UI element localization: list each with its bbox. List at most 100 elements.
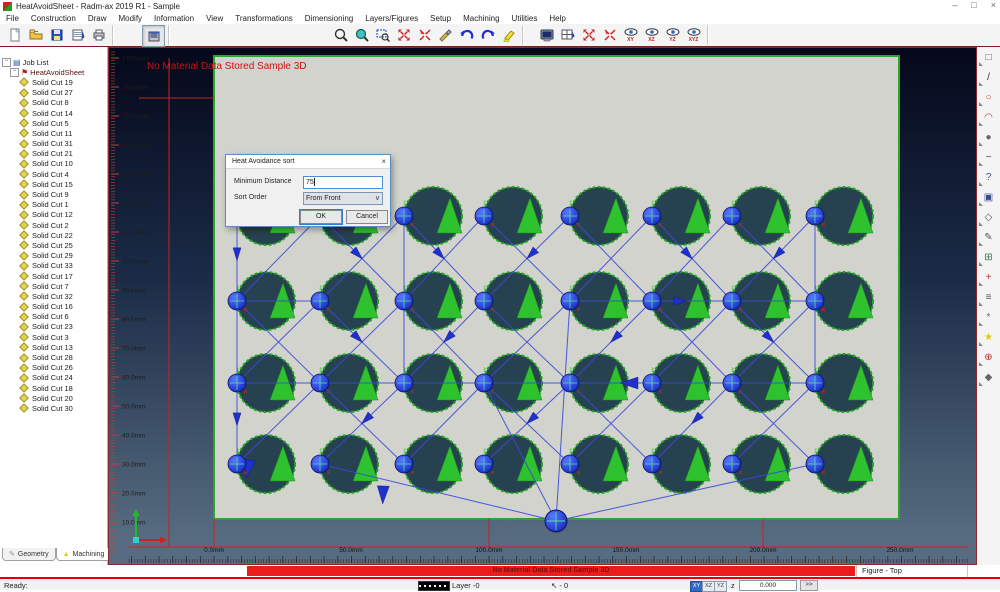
maximize-icon[interactable]: □ [971,0,976,10]
tree-item-solid-cut-5[interactable]: Solid Cut 5 [0,118,107,128]
shrink-view-icon[interactable] [599,25,620,45]
draw-spline-icon[interactable]: ~ [979,147,999,167]
tree-item-solid-cut-27[interactable]: Solid Cut 27 [0,88,107,98]
machine-setup-icon[interactable]: ≡ [979,287,999,307]
view-cube-icon[interactable]: ◇ [979,207,999,227]
menu-machining[interactable]: Machining [457,14,505,23]
menu-setup[interactable]: Setup [424,14,457,23]
tree-item-solid-cut-28[interactable]: Solid Cut 28 [0,352,107,362]
eye-xy-icon[interactable]: XY [620,25,641,45]
menu-utilities[interactable]: Utilities [506,14,544,23]
tree-item-solid-cut-10[interactable]: Solid Cut 10 [0,159,107,169]
tree-item-solid-cut-24[interactable]: Solid Cut 24 [0,373,107,383]
expand-view-icon[interactable] [578,25,599,45]
highlighter-icon[interactable] [498,25,519,45]
view-3d-icon[interactable] [536,25,557,45]
collapse-icon[interactable]: − [2,58,11,67]
annotate-icon[interactable]: ✎ [979,227,999,247]
tree-item-solid-cut-7[interactable]: Solid Cut 7 [0,281,107,291]
dimension-icon[interactable]: ⊞ [979,247,999,267]
query-icon[interactable]: ? [979,167,999,187]
menu-layers-figures[interactable]: Layers/Figures [359,14,424,23]
job-sheet-icon[interactable] [67,25,88,45]
tab-machining[interactable]: ▲ Machining [56,548,112,561]
tree-item-solid-cut-22[interactable]: Solid Cut 22 [0,230,107,240]
zoom-previous-icon[interactable] [414,25,435,45]
tree-item-solid-cut-4[interactable]: Solid Cut 4 [0,169,107,179]
tree-item-solid-cut-12[interactable]: Solid Cut 12 [0,210,107,220]
capture-view-icon[interactable] [142,25,165,47]
view-layout-icon[interactable] [557,25,578,45]
origin-point-icon[interactable]: + [979,267,999,287]
redraw-brush-icon[interactable] [435,25,456,45]
render-3d-icon[interactable]: ▣ [979,187,999,207]
tree-item-solid-cut-2[interactable]: Solid Cut 2 [0,220,107,230]
menu-construction[interactable]: Construction [25,14,82,23]
tree-item-solid-cut-32[interactable]: Solid Cut 32 [0,291,107,301]
cancel-button[interactable]: Cancel [346,210,388,224]
menu-file[interactable]: File [0,14,25,23]
tree-item-solid-cut-26[interactable]: Solid Cut 26 [0,363,107,373]
start-node[interactable] [545,510,567,532]
zoom-extents-icon[interactable] [393,25,414,45]
plane-toggle-yz[interactable]: YZ [714,581,727,592]
tree-item-solid-cut-29[interactable]: Solid Cut 29 [0,251,107,261]
draw-circle-icon[interactable]: ○ [979,87,999,107]
menu-information[interactable]: Information [148,14,200,23]
tree-item-solid-cut-15[interactable]: Solid Cut 15 [0,179,107,189]
menu-view[interactable]: View [200,14,229,23]
draw-arc-icon[interactable]: ◠ [979,107,999,127]
menu-transformations[interactable]: Transformations [229,14,299,23]
draw-line-icon[interactable]: / [979,67,999,87]
menu-draw[interactable]: Draw [82,14,113,23]
undo-icon[interactable] [456,25,477,45]
zoom-globe-icon[interactable] [351,25,372,45]
select-rectangle-icon[interactable]: □ [979,47,999,67]
tree-item-heatavoidsheet[interactable]: −⚑HeatAvoidSheet [0,67,107,77]
tree-item-solid-cut-8[interactable]: Solid Cut 8 [0,98,107,108]
tree-item-solid-cut-18[interactable]: Solid Cut 18 [0,383,107,393]
close-icon[interactable]: × [991,0,996,10]
menu-modify[interactable]: Modify [112,14,148,23]
tree-item-solid-cut-6[interactable]: Solid Cut 6 [0,312,107,322]
tree-root-job-list[interactable]: −▤Job List [0,57,107,67]
eye-yz-icon[interactable]: YZ [662,25,683,45]
zoom-window-icon[interactable] [372,25,393,45]
dialog-title-bar[interactable]: Heat Avoidance sort × [226,155,390,169]
zoom-icon[interactable] [330,25,351,45]
tree-item-solid-cut-33[interactable]: Solid Cut 33 [0,261,107,271]
minimize-icon[interactable]: – [952,0,957,10]
print-icon[interactable] [88,25,109,45]
redo-icon[interactable] [477,25,498,45]
pick-tool-icon[interactable]: ◆ [979,367,999,387]
tree-item-solid-cut-19[interactable]: Solid Cut 19 [0,77,107,87]
tree-item-solid-cut-20[interactable]: Solid Cut 20 [0,393,107,403]
menu-dimensioning[interactable]: Dimensioning [299,14,359,23]
tree-item-solid-cut-13[interactable]: Solid Cut 13 [0,342,107,352]
tab-geometry[interactable]: ✎ Geometry [2,548,56,561]
save-icon[interactable] [46,25,67,45]
z-value-input[interactable]: 0.000 [739,580,797,591]
tree-item-solid-cut-3[interactable]: Solid Cut 3 [0,332,107,342]
tree-item-solid-cut-16[interactable]: Solid Cut 16 [0,302,107,312]
sort-order-select[interactable]: From Front∨ [303,192,383,205]
eye-xz-icon[interactable]: XZ [641,25,662,45]
tree-item-solid-cut-23[interactable]: Solid Cut 23 [0,322,107,332]
tree-item-solid-cut-11[interactable]: Solid Cut 11 [0,128,107,138]
open-file-icon[interactable] [25,25,46,45]
viewport[interactable]: No Material Data Stored Sample 3D170.0mm… [108,47,977,565]
tree-item-solid-cut-21[interactable]: Solid Cut 21 [0,149,107,159]
new-file-icon[interactable] [4,25,25,45]
favorites-icon[interactable]: ★ [979,327,999,347]
solid-sphere-icon[interactable]: ● [979,127,999,147]
dialog-close-icon[interactable]: × [381,157,386,166]
process-gear-icon[interactable]: * [979,307,999,327]
ok-button[interactable]: OK [300,210,342,224]
tree-item-solid-cut-1[interactable]: Solid Cut 1 [0,200,107,210]
tree-item-solid-cut-31[interactable]: Solid Cut 31 [0,139,107,149]
tree-item-solid-cut-9[interactable]: Solid Cut 9 [0,189,107,199]
tree-item-solid-cut-25[interactable]: Solid Cut 25 [0,240,107,250]
add-circle-icon[interactable]: ⊕ [979,347,999,367]
tree-item-solid-cut-30[interactable]: Solid Cut 30 [0,403,107,413]
menu-help[interactable]: Help [543,14,571,23]
